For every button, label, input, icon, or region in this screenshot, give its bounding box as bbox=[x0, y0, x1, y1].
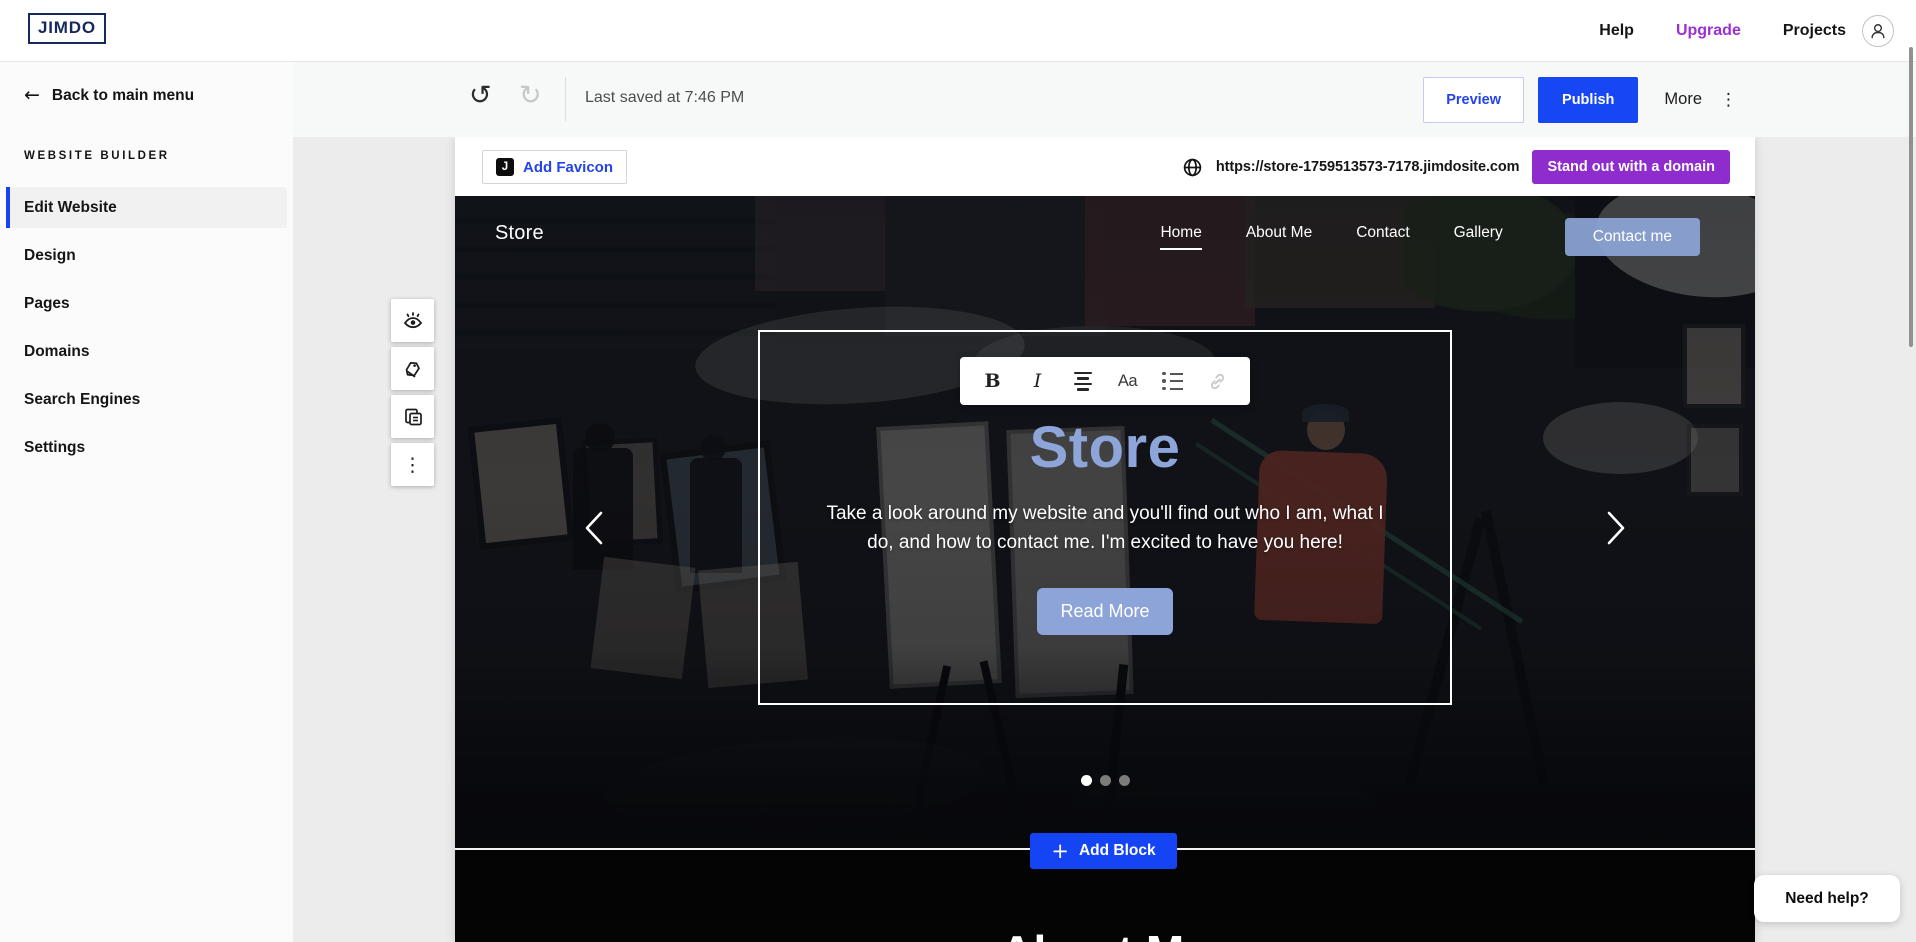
last-saved-status: Last saved at 7:46 PM bbox=[585, 89, 744, 107]
contact-me-button[interactable]: Contact me bbox=[1565, 218, 1700, 256]
hero-section[interactable]: Store Home About Me Contact Gallery Cont… bbox=[455, 196, 1755, 848]
toolbar-actions: Preview Publish More ⋮ bbox=[1423, 62, 1741, 137]
block-tools: ⋮ bbox=[391, 299, 434, 486]
kebab-vertical-icon: ⋮ bbox=[403, 454, 422, 476]
sidebar-item-edit-website[interactable]: Edit Website bbox=[6, 187, 287, 228]
visibility-button[interactable] bbox=[391, 299, 434, 342]
italic-button[interactable]: I bbox=[1021, 364, 1055, 398]
site-nav-gallery[interactable]: Gallery bbox=[1454, 224, 1503, 250]
site-nav-home[interactable]: Home bbox=[1160, 224, 1201, 250]
hero-title[interactable]: Store bbox=[455, 414, 1755, 481]
kebab-menu-icon[interactable]: ⋮ bbox=[1716, 90, 1741, 110]
sidebar-item-domains[interactable]: Domains bbox=[6, 331, 287, 372]
text-edit-toolbar: B I Aa bbox=[960, 357, 1250, 405]
back-arrow-icon: ← bbox=[24, 86, 40, 105]
undo-icon[interactable]: ↺ bbox=[469, 82, 492, 109]
sidebar-section-title: WEBSITE BUILDER bbox=[24, 150, 170, 162]
sidebar: ← Back to main menu WEBSITE BUILDER Edit… bbox=[0, 62, 293, 942]
redo-icon[interactable]: ↻ bbox=[519, 82, 542, 109]
bullet-list-icon bbox=[1162, 372, 1183, 391]
sidebar-item-settings[interactable]: Settings bbox=[6, 427, 287, 468]
back-to-main-menu[interactable]: ← Back to main menu bbox=[24, 86, 194, 105]
carousel-dots bbox=[455, 775, 1755, 786]
app-header: JIMDO Help Upgrade Projects bbox=[0, 0, 1916, 62]
jimdo-logo[interactable]: JIMDO bbox=[28, 13, 106, 44]
sidebar-nav: Edit Website Design Pages Domains Search… bbox=[0, 187, 293, 475]
need-help-button[interactable]: Need help? bbox=[1754, 875, 1900, 922]
font-style-button[interactable]: Aa bbox=[1111, 364, 1145, 398]
carousel-next-icon[interactable] bbox=[1605, 510, 1627, 546]
link-icon bbox=[1207, 371, 1228, 392]
page-scrollbar[interactable] bbox=[1909, 47, 1913, 347]
account-avatar[interactable] bbox=[1862, 15, 1894, 47]
eye-icon bbox=[401, 309, 425, 333]
publish-button[interactable]: Publish bbox=[1538, 77, 1638, 123]
site-nav-links: Home About Me Contact Gallery Contact me bbox=[1160, 218, 1700, 256]
tags-icon bbox=[401, 357, 425, 381]
projects-link[interactable]: Projects bbox=[1783, 22, 1846, 40]
jimdo-logo-text: JIMDO bbox=[38, 18, 96, 37]
hero-paragraph[interactable]: Take a look around my website and you'll… bbox=[455, 499, 1755, 557]
sidebar-item-pages[interactable]: Pages bbox=[6, 283, 287, 324]
site-url: https://store-1759513573-7178.jimdosite.… bbox=[1216, 159, 1520, 175]
copy-icon bbox=[401, 405, 425, 429]
about-me-heading: About Me bbox=[455, 925, 1755, 942]
site-navbar: Store Home About Me Contact Gallery Cont… bbox=[455, 196, 1755, 272]
align-button[interactable] bbox=[1066, 364, 1100, 398]
upgrade-link[interactable]: Upgrade bbox=[1676, 22, 1741, 40]
duplicate-button[interactable] bbox=[391, 395, 434, 438]
help-link[interactable]: Help bbox=[1599, 22, 1634, 40]
read-more-button[interactable]: Read More bbox=[1037, 588, 1173, 635]
block-more-options-button[interactable]: ⋮ bbox=[391, 443, 434, 486]
site-url-group: https://store-1759513573-7178.jimdosite.… bbox=[1182, 150, 1730, 184]
globe-icon bbox=[1182, 157, 1203, 178]
toolbar-divider bbox=[565, 77, 566, 121]
site-nav-contact[interactable]: Contact bbox=[1356, 224, 1409, 250]
favicon-placeholder-icon: J bbox=[496, 158, 514, 176]
site-brand[interactable]: Store bbox=[495, 222, 544, 245]
stand-out-domain-button[interactable]: Stand out with a domain bbox=[1532, 150, 1730, 184]
website-preview-panel: J Add Favicon https://store-1759513573-7… bbox=[455, 137, 1755, 942]
site-nav-about-me[interactable]: About Me bbox=[1246, 224, 1312, 250]
align-center-icon bbox=[1074, 372, 1092, 391]
style-tags-button[interactable] bbox=[391, 347, 434, 390]
plus-icon: + bbox=[1051, 841, 1069, 862]
carousel-dot-1[interactable] bbox=[1081, 775, 1092, 786]
sidebar-item-design[interactable]: Design bbox=[6, 235, 287, 276]
sidebar-item-search-engines[interactable]: Search Engines bbox=[6, 379, 287, 420]
more-button[interactable]: More bbox=[1664, 90, 1702, 109]
person-icon bbox=[1868, 21, 1888, 41]
add-favicon-button[interactable]: J Add Favicon bbox=[482, 150, 627, 184]
link-button[interactable] bbox=[1201, 364, 1235, 398]
bold-button[interactable]: B bbox=[976, 364, 1010, 398]
add-block-button[interactable]: + Add Block bbox=[1030, 833, 1177, 869]
header-nav: Help Upgrade Projects bbox=[1599, 0, 1846, 62]
carousel-prev-icon[interactable] bbox=[583, 510, 605, 546]
site-meta-bar: J Add Favicon https://store-1759513573-7… bbox=[455, 137, 1755, 196]
editor-toolbar: ↺ ↻ Last saved at 7:46 PM Preview Publis… bbox=[293, 62, 1916, 137]
preview-button[interactable]: Preview bbox=[1423, 77, 1524, 123]
carousel-dot-3[interactable] bbox=[1119, 775, 1130, 786]
carousel-dot-2[interactable] bbox=[1100, 775, 1111, 786]
back-label: Back to main menu bbox=[52, 87, 194, 105]
list-button[interactable] bbox=[1156, 364, 1190, 398]
